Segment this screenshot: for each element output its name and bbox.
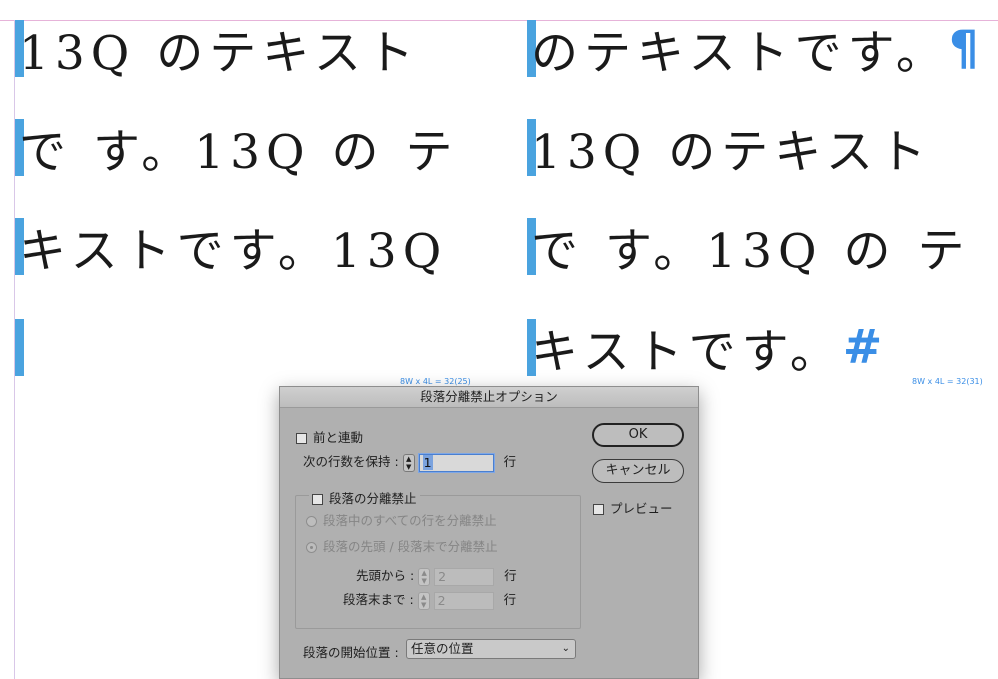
end-of-story-mark: #	[842, 320, 889, 375]
preview-label: プレビュー	[610, 501, 673, 516]
stepper-icon[interactable]: ▲ ▼	[402, 453, 415, 472]
right-text-frame[interactable]: のテキストです。 ¶ 13Q のテキスト で す。13Q の テ キストです。 #	[527, 20, 985, 380]
keep-lines-row: 次の行数を保持 : ▲ ▼ 1 行	[303, 451, 516, 472]
end-lines-label: 段落末まで :	[343, 592, 414, 607]
stepper-icon[interactable]: ▲ ▼	[417, 591, 430, 610]
chevron-down-icon: ⌄	[561, 643, 570, 654]
end-lines-row: 段落末まで : ▲ ▼ 2 行	[343, 589, 516, 610]
end-lines-input[interactable]: 2	[433, 591, 494, 610]
keep-lines-value: 1	[422, 454, 433, 470]
keep-options-dialog: 段落分離禁止オプション 前と連動 次の行数を保持 : ▲ ▼ 1 行 段落の分離禁…	[279, 386, 699, 679]
start-lines-label: 先頭から :	[356, 568, 415, 583]
text-run: キストです。	[531, 325, 843, 380]
text-line: で す。13Q の テ	[531, 224, 971, 279]
all-lines-label: 段落中のすべての行を分離禁止	[323, 513, 497, 528]
start-lines-row: 先頭から : ▲ ▼ 2 行	[356, 565, 517, 586]
grid-row	[15, 319, 24, 376]
dialog-title: 段落分離禁止オプション	[280, 387, 698, 408]
start-paragraph-value: 任意の位置	[411, 641, 474, 656]
ok-button[interactable]: OK	[592, 423, 684, 447]
start-paragraph-select[interactable]: 任意の位置 ⌄	[406, 639, 576, 659]
start-paragraph-label: 段落の開始位置 :	[303, 645, 399, 660]
text-line: 13Q のテキスト	[531, 125, 932, 180]
start-end-radio[interactable]: 段落の先頭 / 段落末で分離禁止	[306, 536, 498, 555]
line-unit: 行	[504, 568, 517, 583]
line-unit: 行	[503, 592, 517, 607]
keep-lines-label: 次の行数を保持 :	[303, 454, 399, 469]
line-unit: 行	[503, 454, 517, 469]
preview-checkbox[interactable]: プレビュー	[593, 498, 673, 517]
all-lines-radio[interactable]: 段落中のすべての行を分離禁止	[306, 510, 497, 529]
text-line: キストです。13Q	[19, 224, 448, 279]
checkbox-box[interactable]	[312, 494, 323, 505]
keep-lines-together-checkbox[interactable]: 段落の分離禁止	[309, 488, 420, 507]
checkbox-box[interactable]	[593, 504, 604, 515]
keep-with-previous-checkbox[interactable]: 前と連動	[296, 427, 363, 446]
text-line: のテキストです。 ¶	[531, 20, 985, 81]
checkbox-box[interactable]	[296, 433, 307, 444]
frame-grid-label: 8W x 4L = 32(31)	[912, 377, 983, 386]
start-end-label: 段落の先頭 / 段落末で分離禁止	[323, 539, 498, 554]
left-text-frame[interactable]: 13Q のテキスト で す。13Q の テ キストです。13Q	[15, 20, 470, 376]
text-line: で す。13Q の テ	[19, 125, 459, 180]
text-run: のテキストです。	[531, 26, 949, 81]
frame-grid-label: 8W x 4L = 32(25)	[400, 377, 471, 386]
radio-circle[interactable]	[306, 542, 317, 553]
keep-lines-together-label: 段落の分離禁止	[329, 491, 417, 506]
pilcrow-mark: ¶	[948, 21, 985, 76]
stepper-icon[interactable]: ▲ ▼	[418, 567, 431, 586]
keep-with-previous-label: 前と連動	[313, 430, 364, 445]
text-line: キストです。 #	[531, 319, 889, 380]
cancel-button[interactable]: キャンセル	[592, 459, 684, 483]
radio-circle[interactable]	[306, 516, 317, 527]
start-lines-input[interactable]: 2	[434, 567, 495, 586]
keep-lines-input[interactable]: 1	[418, 453, 494, 472]
text-line: 13Q のテキスト	[19, 26, 420, 81]
